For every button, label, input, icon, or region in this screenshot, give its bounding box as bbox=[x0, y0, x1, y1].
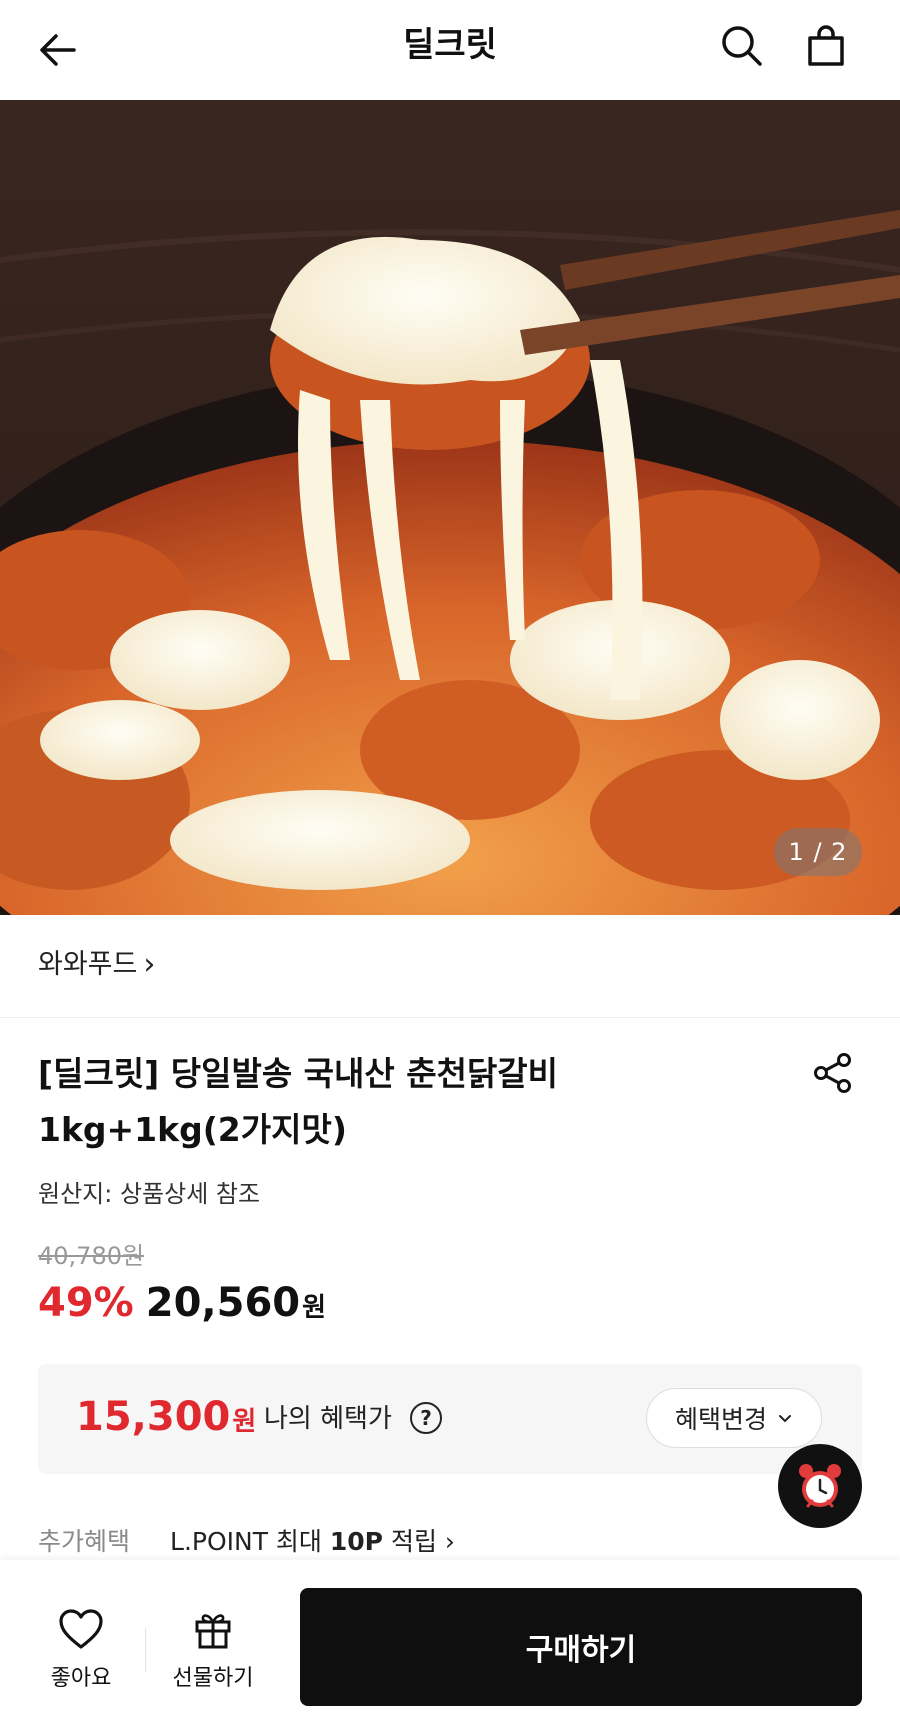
original-price: 40,780원 bbox=[38, 1242, 145, 1270]
share-button[interactable] bbox=[808, 1048, 858, 1098]
benefit-price: 15,300 원 bbox=[76, 1394, 256, 1440]
seller-name: 와와푸드 bbox=[38, 949, 138, 980]
image-page-indicator: 1 / 2 bbox=[774, 828, 862, 876]
alarm-clock-icon bbox=[799, 1464, 841, 1508]
buy-button[interactable]: 구매하기 bbox=[300, 1588, 862, 1706]
product-image-carousel[interactable]: 1 / 2 bbox=[0, 100, 900, 915]
gift-icon bbox=[195, 1614, 231, 1649]
like-label: 좋아요 bbox=[50, 1666, 112, 1691]
product-title-line-1: [딜크릿] 당일발송 국내산 춘천닭갈비 bbox=[38, 1054, 559, 1093]
change-benefit-label: 혜택변경 bbox=[674, 1405, 767, 1434]
change-benefit-button[interactable]: 혜택변경 bbox=[646, 1388, 822, 1448]
lpoint-suffix: 적립 › bbox=[383, 1527, 455, 1556]
sale-price: 20,560 bbox=[145, 1280, 301, 1326]
share-icon bbox=[814, 1053, 851, 1093]
benefit-price-value: 15,300 bbox=[76, 1394, 231, 1440]
gift-label: 선물하기 bbox=[172, 1666, 254, 1691]
heart-icon bbox=[59, 1609, 103, 1649]
lpoint-amount: 10P bbox=[329, 1527, 384, 1556]
cart-button[interactable] bbox=[796, 16, 856, 76]
bottom-action-bar: 좋아요 선물하기 구매하기 bbox=[0, 1560, 900, 1720]
like-button[interactable]: 좋아요 bbox=[38, 1608, 124, 1698]
gift-button[interactable]: 선물하기 bbox=[158, 1608, 268, 1698]
benefit-price-unit: 원 bbox=[232, 1407, 257, 1437]
search-button[interactable] bbox=[712, 16, 772, 76]
origin-info: 원산지: 상품상세 참조 bbox=[38, 1180, 261, 1208]
alarm-clock-button[interactable] bbox=[778, 1444, 862, 1528]
discount-rate: 49% bbox=[38, 1280, 134, 1326]
divider bbox=[0, 1017, 900, 1018]
benefit-label: 나의 혜택가 bbox=[264, 1404, 392, 1434]
seller-link[interactable]: 와와푸드 › bbox=[38, 945, 155, 985]
extra-benefit-label: 추가혜택 bbox=[38, 1527, 131, 1556]
help-icon[interactable]: ? bbox=[410, 1402, 442, 1434]
search-icon bbox=[722, 26, 762, 66]
divider bbox=[145, 1628, 146, 1672]
price-row: 49% 20,560 원 bbox=[38, 1280, 326, 1326]
shopping-bag-icon bbox=[808, 25, 844, 66]
chevron-right-icon: › bbox=[143, 947, 156, 982]
product-photo bbox=[0, 100, 900, 915]
product-title: [딜크릿] 당일발송 국내산 춘천닭갈비 1kg+1kg(2가지맛) bbox=[38, 1046, 798, 1158]
my-benefit-box: 15,300 원 나의 혜택가 ? 혜택변경 bbox=[38, 1364, 862, 1474]
top-app-bar: 딜크릿 bbox=[0, 0, 900, 100]
lpoint-prefix: L.POINT 최대 bbox=[170, 1527, 330, 1556]
extra-benefit-row[interactable]: 추가혜택 L.POINT 최대 10P 적립 › bbox=[38, 1524, 455, 1560]
product-title-line-2: 1kg+1kg(2가지맛) bbox=[38, 1110, 347, 1149]
sale-price-unit: 원 bbox=[302, 1293, 327, 1323]
chevron-down-icon bbox=[779, 1415, 791, 1423]
